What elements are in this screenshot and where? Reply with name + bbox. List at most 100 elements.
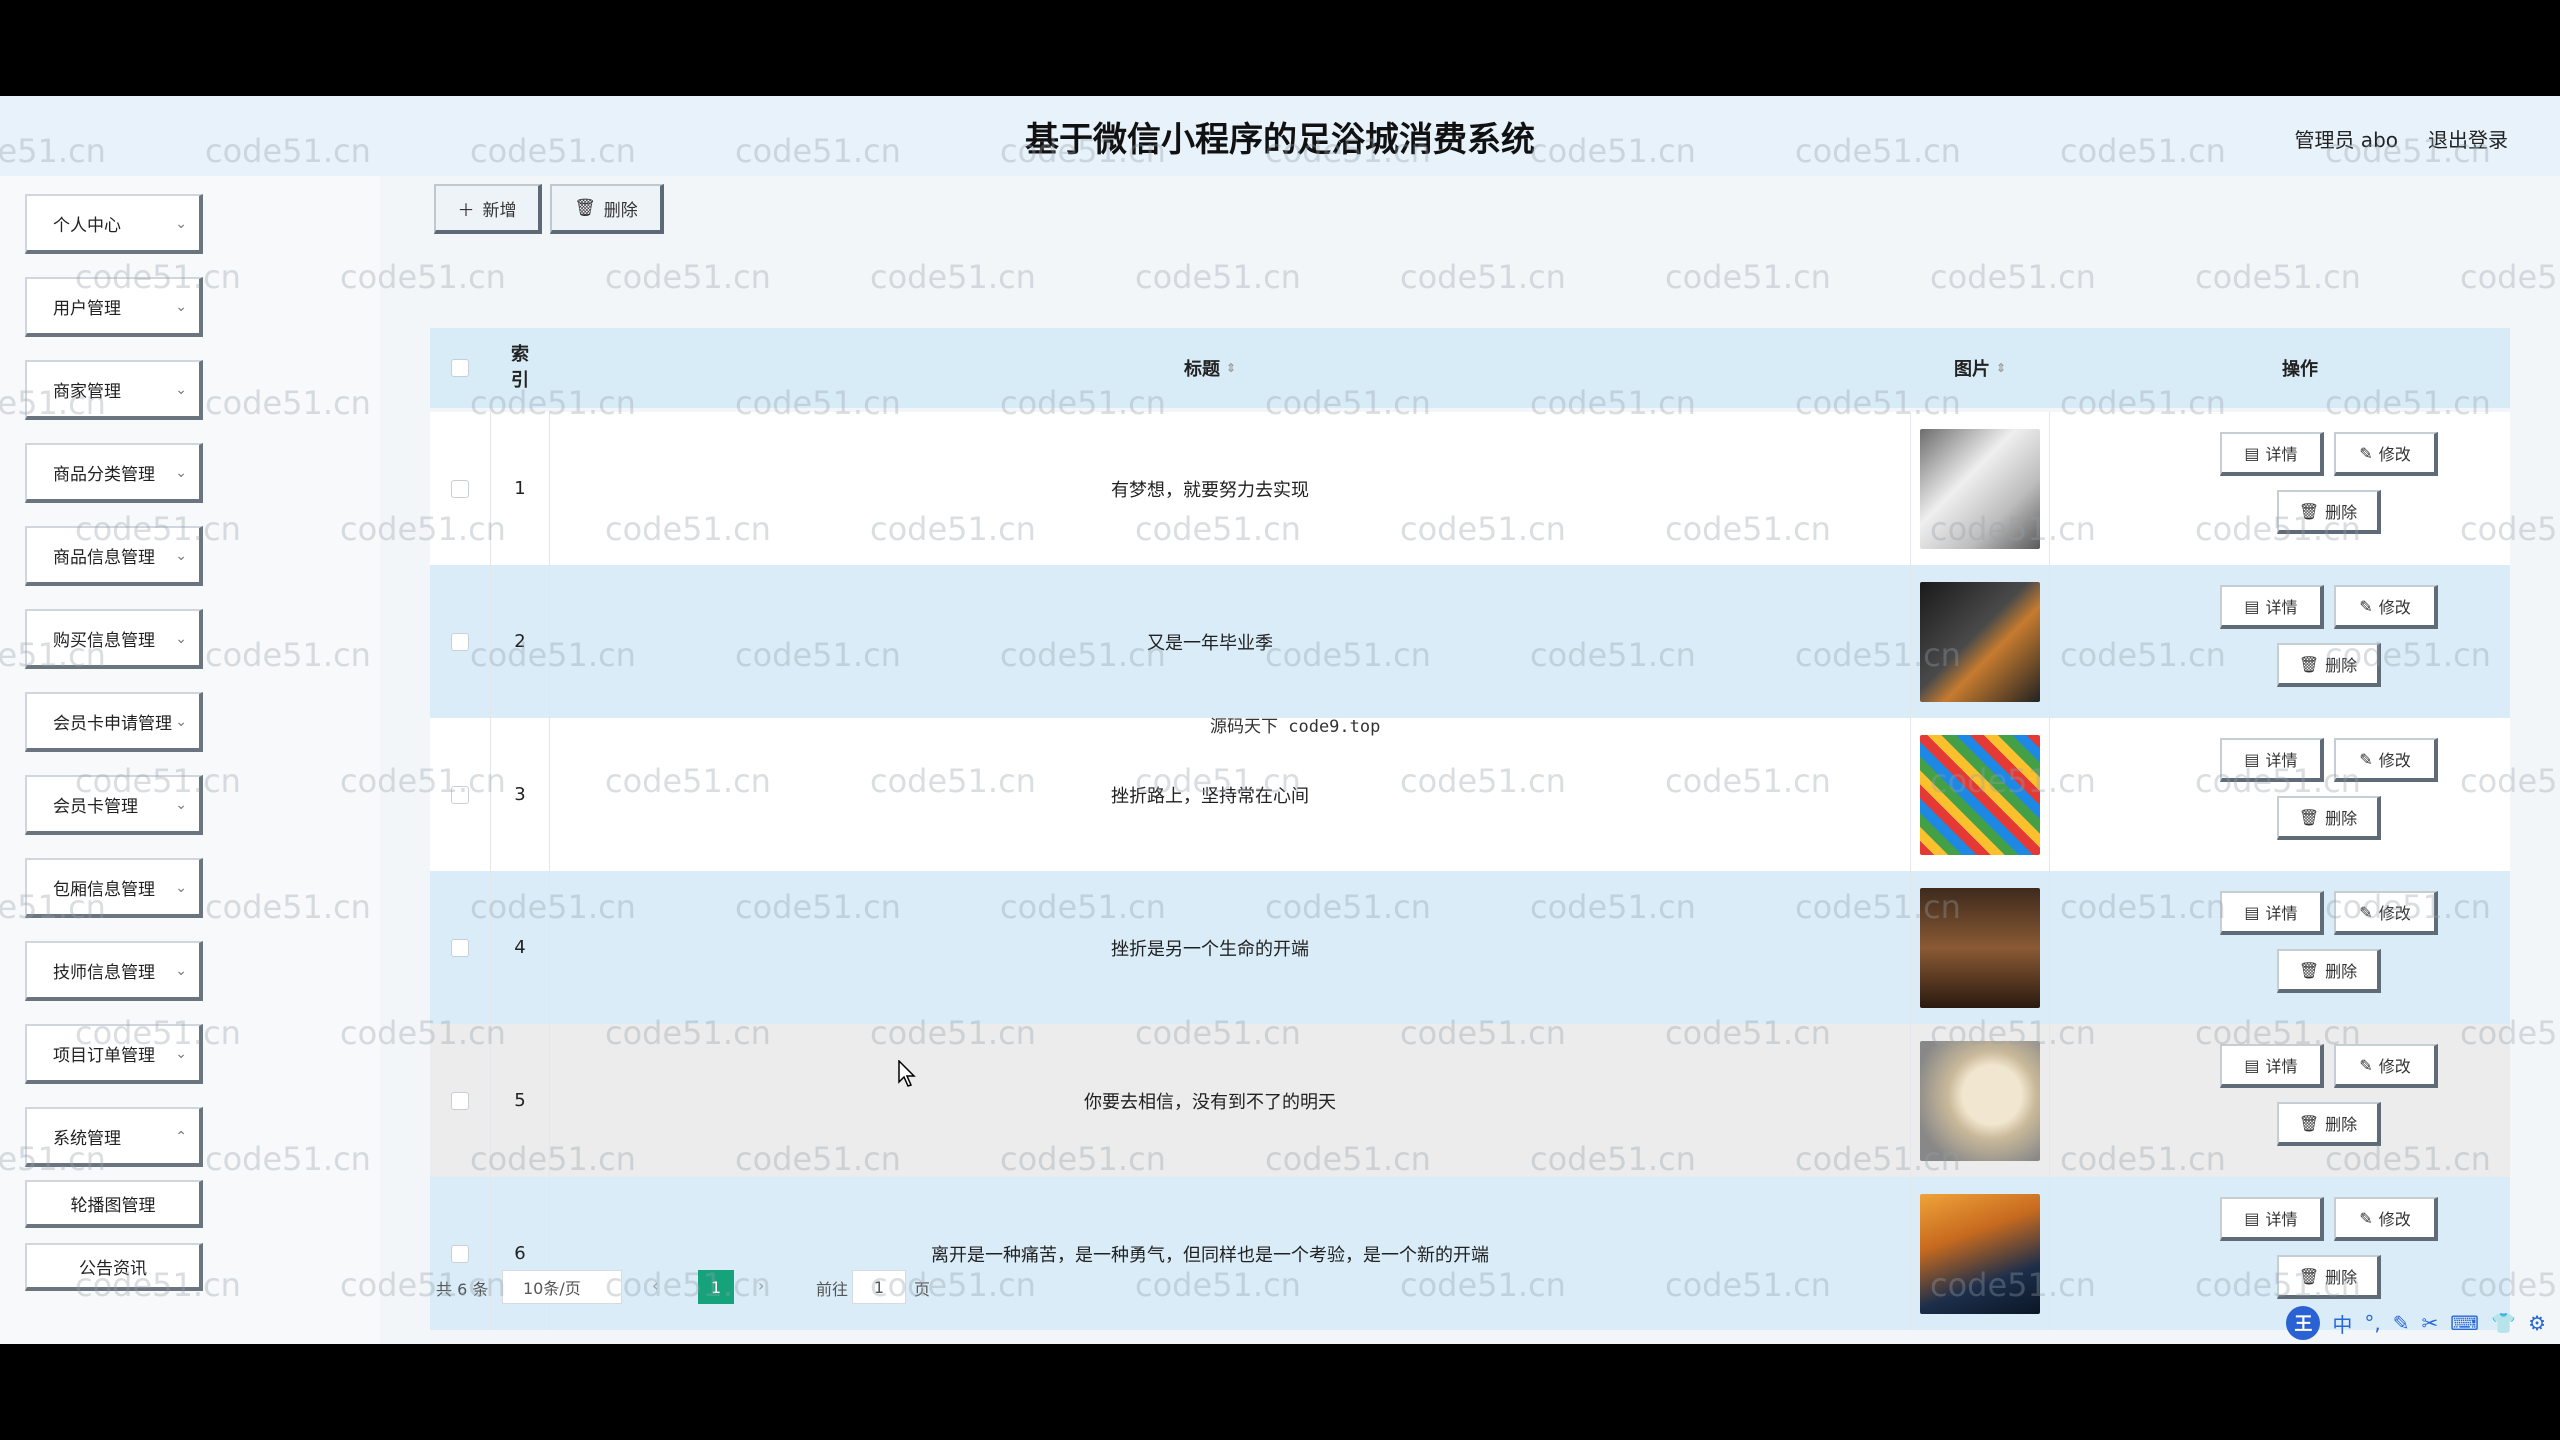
keyboard-icon[interactable]: ⌨ [2450, 1311, 2479, 1335]
ime-punctuation-icon[interactable]: °, [2364, 1311, 2380, 1335]
pencil-icon: ✎ [2359, 902, 2373, 922]
page-title: 基于微信小程序的足浴城消费系统 [1025, 120, 1535, 160]
sidebar-item-label: 会员卡管理 [53, 796, 138, 817]
delete-button[interactable]: 🗑 删除 [2277, 1102, 2381, 1146]
sidebar-item-label: 购买信息管理 [53, 630, 155, 651]
row-thumbnail-image[interactable] [1920, 581, 2040, 702]
delete-button[interactable]: 🗑 删除 [2277, 796, 2381, 840]
row-thumbnail-image[interactable] [1920, 1193, 2040, 1314]
row-index: 5 [490, 1024, 550, 1177]
row-thumbnail-image[interactable] [1920, 428, 2040, 549]
delete-button[interactable]: 🗑 删除 [2277, 949, 2381, 993]
detail-button[interactable]: ▤ 详情 [2220, 738, 2324, 782]
batch-delete-button[interactable]: 🗑 删除 [550, 184, 664, 234]
ime-logo-icon[interactable]: 王 [2286, 1306, 2321, 1340]
row-title: 有梦想，就要努力去实现 [1111, 479, 1309, 501]
row-thumbnail-image[interactable] [1920, 1040, 2040, 1161]
row-select-cell [430, 412, 490, 565]
overlay-watermark-text: 源码天下 code9.top [1210, 717, 1381, 737]
sidebar-item-membership-cards[interactable]: 会员卡管理 ⌄ [25, 775, 203, 835]
chevron-down-icon: ⌄ [175, 216, 187, 232]
row-checkbox[interactable] [451, 632, 469, 651]
row-image-cell [1910, 1024, 2050, 1177]
select-all-checkbox[interactable] [451, 359, 469, 377]
table-row: 1 有梦想，就要努力去实现 ▤ 详情 ✎ 修改 🗑 删除 [430, 412, 2510, 565]
sidebar-item-products[interactable]: 商品信息管理 ⌄ [25, 526, 203, 586]
row-checkbox[interactable] [451, 1091, 469, 1110]
edit-button[interactable]: ✎ 修改 [2334, 891, 2438, 935]
ime-toolbar: 王 中 °, ✎ ✂ ⌨ 👕 ⚙ [2286, 1306, 2546, 1340]
pencil-icon: ✎ [2359, 443, 2373, 463]
pagination-total: 共 6 条 [436, 1280, 489, 1299]
edit-button[interactable]: ✎ 修改 [2334, 585, 2438, 629]
sidebar-item-system[interactable]: 系统管理 ⌃ [25, 1107, 203, 1167]
row-checkbox[interactable] [451, 1244, 469, 1263]
letterbox-top [0, 0, 2560, 96]
sidebar-item-purchases[interactable]: 购买信息管理 ⌄ [25, 609, 203, 669]
delete-button[interactable]: 🗑 删除 [2277, 643, 2381, 687]
sidebar-item-membership-applications[interactable]: 会员卡申请管理 ⌄ [25, 692, 203, 752]
table-header: 索 引 标题 ⇕ 图片 ⇕ 操作 [430, 328, 2510, 408]
column-header-title[interactable]: 标题 ⇕ [550, 328, 1870, 408]
detail-button[interactable]: ▤ 详情 [2220, 585, 2324, 629]
column-header-index[interactable]: 索 引 [490, 328, 550, 408]
edit-button[interactable]: ✎ 修改 [2334, 432, 2438, 476]
row-thumbnail-image[interactable] [1920, 887, 2040, 1008]
edit-button[interactable]: ✎ 修改 [2334, 1044, 2438, 1088]
sidebar-item-merchants[interactable]: 商家管理 ⌄ [25, 360, 203, 420]
sidebar-item-label: 公告资讯 [79, 1258, 147, 1279]
logout-button[interactable]: 退出登录 [2428, 124, 2508, 153]
scissors-icon[interactable]: ✂ [2422, 1311, 2439, 1335]
row-thumbnail-image[interactable] [1920, 734, 2040, 855]
sidebar-item-label: 项目订单管理 [53, 1045, 155, 1066]
letterbox-bottom [0, 1344, 2560, 1440]
ime-lang-toggle[interactable]: 中 [2332, 1309, 2352, 1338]
edit-button[interactable]: ✎ 修改 [2334, 738, 2438, 782]
row-index: 3 [490, 718, 550, 871]
shirt-icon[interactable]: 👕 [2491, 1311, 2516, 1335]
add-button[interactable]: ＋新增 [434, 184, 542, 234]
sidebar-item-technicians[interactable]: 技师信息管理 ⌄ [25, 941, 203, 1001]
table-row: 4 挫折是另一个生命的开端 ▤ 详情 ✎ 修改 🗑 删除 [430, 871, 2510, 1024]
page-size-select[interactable]: 10条/页 [502, 1270, 622, 1304]
sidebar-item-users[interactable]: 用户管理 ⌄ [25, 277, 203, 337]
edit-button[interactable]: ✎ 修改 [2334, 1197, 2438, 1241]
goto-page-input[interactable]: 1 [852, 1270, 906, 1304]
sidebar-item-label: 个人中心 [53, 215, 121, 236]
prev-page-icon[interactable]: ‹ [652, 1276, 658, 1295]
trash-icon: 🗑 [2298, 501, 2320, 521]
goto-prefix: 前往 [816, 1280, 849, 1299]
sidebar-item-profile[interactable]: 个人中心 ⌄ [25, 194, 203, 254]
page-number-current[interactable]: 1 [698, 1270, 734, 1304]
column-header-actions: 操作 [2282, 359, 2318, 380]
pencil-icon: ✎ [2359, 749, 2373, 769]
delete-button[interactable]: 🗑 删除 [2277, 490, 2381, 534]
row-checkbox[interactable] [451, 938, 469, 957]
detail-button[interactable]: ▤ 详情 [2220, 891, 2324, 935]
sidebar-item-private-rooms[interactable]: 包厢信息管理 ⌄ [25, 858, 203, 918]
sidebar-item-product-categories[interactable]: 商品分类管理 ⌄ [25, 443, 203, 503]
trash-icon: 🗑 [2298, 807, 2320, 827]
next-page-icon[interactable]: › [758, 1276, 764, 1295]
row-checkbox[interactable] [451, 479, 469, 498]
detail-button[interactable]: ▤ 详情 [2220, 1197, 2324, 1241]
sidebar-subitem-announcements[interactable]: 公告资讯 [25, 1243, 203, 1291]
sort-icon: ⇕ [1995, 361, 2007, 375]
document-icon: ▤ [2244, 443, 2260, 463]
table-row: 3 挫折路上，坚持常在心间 ▤ 详情 ✎ 修改 🗑 删除 [430, 718, 2510, 871]
admin-user-label[interactable]: 管理员 abo [2294, 124, 2398, 153]
row-index: 2 [490, 565, 550, 718]
detail-button[interactable]: ▤ 详情 [2220, 432, 2324, 476]
delete-button[interactable]: 🗑 删除 [2277, 1255, 2381, 1299]
sort-icon: ⇕ [1225, 361, 1237, 375]
detail-button[interactable]: ▤ 详情 [2220, 1044, 2324, 1088]
row-checkbox[interactable] [451, 785, 469, 804]
gear-icon[interactable]: ⚙ [2528, 1311, 2546, 1335]
sidebar-item-label: 包厢信息管理 [53, 879, 155, 900]
column-header-image[interactable]: 图片 ⇕ [1910, 328, 2050, 408]
pen-icon[interactable]: ✎ [2393, 1311, 2410, 1335]
sidebar-item-project-orders[interactable]: 项目订单管理 ⌄ [25, 1024, 203, 1084]
sidebar-subitem-carousel[interactable]: 轮播图管理 [25, 1180, 203, 1228]
pencil-icon: ✎ [2359, 596, 2373, 616]
sidebar: 个人中心 ⌄ 用户管理 ⌄ 商家管理 ⌄ 商品分类管理 ⌄ 商品信息管理 ⌄ 购买信息管理… [0, 176, 380, 1344]
